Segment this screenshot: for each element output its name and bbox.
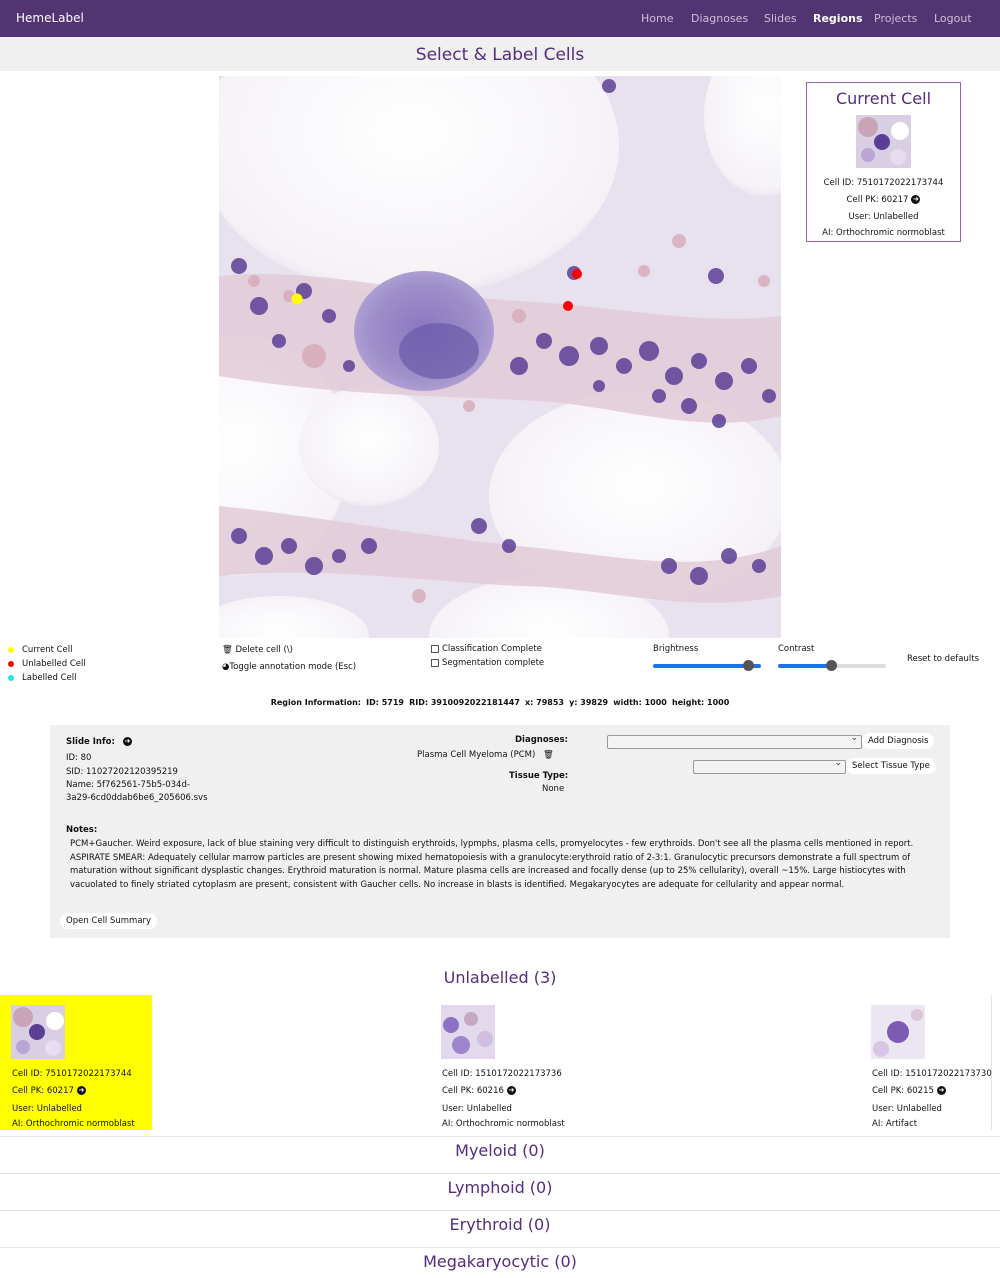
open-cell-arrow-icon[interactable]: ➜	[936, 1086, 946, 1095]
slide-notes: PCM+Gaucher. Weird exposure, lack of blu…	[70, 839, 914, 890]
cell-ai: AI: Artifact	[872, 1119, 918, 1129]
nav-diagnoses[interactable]: Diagnoses	[691, 12, 748, 25]
section-unlabelled[interactable]: Unlabelled (3)	[0, 968, 1000, 987]
contrast-slider[interactable]	[778, 660, 886, 671]
tissue-type-select[interactable]	[693, 758, 846, 774]
cell-id: Cell ID: 1510172022173736	[442, 1069, 562, 1079]
current-cell-id: Cell ID: 7510172022173744	[823, 178, 944, 188]
checkbox-icon[interactable]	[431, 644, 439, 653]
section-myeloid[interactable]: Myeloid (0)	[0, 1141, 1000, 1160]
yellow-dot-icon	[8, 646, 14, 653]
cell-id: Cell ID: 7510172022173744	[12, 1069, 132, 1079]
nav-regions[interactable]: Regions	[813, 12, 863, 25]
cell-id: Cell ID: 1510172022173730	[872, 1069, 992, 1079]
page-header: Select & Label Cells	[0, 37, 1000, 71]
slide-info-header: Slide Info: ➜	[66, 737, 132, 747]
current-cell-title: Current Cell	[835, 89, 932, 108]
cell-card[interactable]: Cell ID: 1510172022173736 Cell PK: 60216…	[430, 995, 590, 1130]
current-cell-panel: Current Cell Cell ID: 7510172022173744 C…	[806, 82, 961, 242]
cell-thumbnail	[871, 1005, 925, 1059]
open-cell-arrow-icon[interactable]: ➜	[76, 1086, 86, 1095]
cell-user: User: Unlabelled	[12, 1104, 82, 1114]
page-title: Select & Label Cells	[415, 45, 585, 65]
diagnoses-label: Diagnoses:	[515, 735, 568, 745]
delete-cell-button[interactable]: 🗑 Delete cell (\)	[222, 645, 293, 655]
cyan-dot-icon	[8, 674, 14, 681]
brightness-slider[interactable]	[653, 660, 761, 671]
reset-defaults-button[interactable]: Reset to defaults	[907, 654, 979, 664]
region-image-viewer[interactable]	[219, 76, 781, 638]
unlabelled-cell-marker	[572, 269, 582, 279]
current-cell-pk: Cell PK: 60217	[846, 195, 909, 205]
unlabelled-cell-marker	[563, 301, 573, 311]
cell-pk-row: Cell PK: 60217 ➜	[12, 1086, 86, 1096]
cell-thumbnail	[441, 1005, 495, 1059]
section-lymphoid[interactable]: Lymphoid (0)	[0, 1178, 1000, 1197]
open-cell-summary-button[interactable]: Open Cell Summary	[60, 913, 158, 929]
legend-current: Current Cell	[8, 645, 86, 655]
contrast-slider-thumb[interactable]	[825, 660, 837, 671]
cell-thumbnail	[11, 1005, 65, 1059]
diagnosis-row: Plasma Cell Myeloma (PCM) 🗑	[417, 750, 554, 760]
marker-legend: Current Cell Unlabelled Cell Labelled Ce…	[8, 645, 86, 687]
diagnosis-select[interactable]	[607, 733, 862, 749]
brand-logo[interactable]: HemeLabel	[16, 11, 84, 25]
cell-card[interactable]: Cell ID: 1510172022173730 Cell PK: 60215…	[860, 995, 992, 1130]
nav-slides[interactable]: Slides	[764, 12, 797, 25]
checkbox-icon[interactable]	[431, 658, 439, 667]
nav-logout[interactable]: Logout	[934, 12, 972, 25]
section-erythroid[interactable]: Erythroid (0)	[0, 1215, 1000, 1234]
classification-complete-checkbox[interactable]: Classification Complete	[431, 644, 542, 654]
open-slide-arrow-icon[interactable]: ➜	[122, 737, 132, 746]
brightness-label: Brightness	[653, 644, 699, 654]
cell-ai: AI: Orthochromic normoblast	[442, 1119, 565, 1129]
trash-icon: 🗑	[222, 645, 233, 655]
toggle-annotation-button[interactable]: ◕Toggle annotation mode (Esc)	[222, 662, 356, 672]
open-cell-arrow-icon[interactable]: ➜	[911, 195, 921, 204]
region-information: Region Information: ID: 5719 RID: 391009…	[270, 698, 730, 707]
region-image	[219, 76, 781, 638]
section-megakaryocytic[interactable]: Megakaryocytic (0)	[0, 1252, 1000, 1271]
current-cell-marker	[291, 293, 303, 305]
slide-info-panel: Slide Info: ➜ ID: 80 SID: 110272021203952…	[50, 725, 950, 938]
current-cell-pk-row: Cell PK: 60217 ➜	[807, 195, 960, 205]
select-tissue-type-button[interactable]: Select Tissue Type	[846, 758, 936, 774]
legend-labelled: Labelled Cell	[8, 673, 86, 683]
current-cell-user: User: Unlabelled	[848, 212, 919, 222]
cell-card-selected[interactable]: Cell ID: 7510172022173744 Cell PK: 60217…	[0, 995, 152, 1130]
slide-name-2: 3a29-6cd0ddab6be6_205606.svs	[66, 793, 208, 803]
tissue-type-value: None	[542, 784, 565, 794]
cell-ai: AI: Orthochromic normoblast	[12, 1119, 135, 1129]
current-cell-ai: AI: Orthochromic normoblast	[822, 228, 945, 238]
add-diagnosis-button[interactable]: Add Diagnosis	[862, 733, 935, 749]
divider	[0, 1247, 1000, 1248]
divider	[0, 1173, 1000, 1174]
slide-id: ID: 80	[66, 753, 92, 763]
cell-user: User: Unlabelled	[872, 1104, 942, 1114]
navbar: HemeLabel Home Diagnoses Slides Regions …	[0, 0, 1000, 37]
contrast-label: Contrast	[778, 644, 815, 654]
cell-pk-row: Cell PK: 60215 ➜	[872, 1086, 946, 1096]
tissue-type-label: Tissue Type:	[509, 771, 569, 781]
red-dot-icon	[8, 660, 14, 667]
slide-name-1: Name: 5f762561-75b5-034d-	[66, 780, 190, 790]
open-cell-arrow-icon[interactable]: ➜	[506, 1086, 516, 1095]
legend-unlabelled: Unlabelled Cell	[8, 659, 86, 669]
diagnosis-name: Plasma Cell Myeloma (PCM)	[417, 750, 536, 760]
cell-user: User: Unlabelled	[442, 1104, 512, 1114]
divider	[0, 1136, 1000, 1137]
current-cell-thumbnail	[856, 115, 911, 168]
segmentation-complete-checkbox[interactable]: Segmentation complete	[431, 658, 544, 668]
nav-home[interactable]: Home	[641, 12, 673, 25]
nav-projects[interactable]: Projects	[874, 12, 917, 25]
slide-sid: SID: 11027202120395219	[66, 767, 178, 777]
divider	[0, 1210, 1000, 1211]
cell-pk-row: Cell PK: 60216 ➜	[442, 1086, 516, 1096]
delete-diagnosis-trash-icon[interactable]: 🗑	[543, 750, 554, 760]
brightness-slider-thumb[interactable]	[743, 660, 755, 671]
notes-label: Notes:	[66, 825, 98, 835]
